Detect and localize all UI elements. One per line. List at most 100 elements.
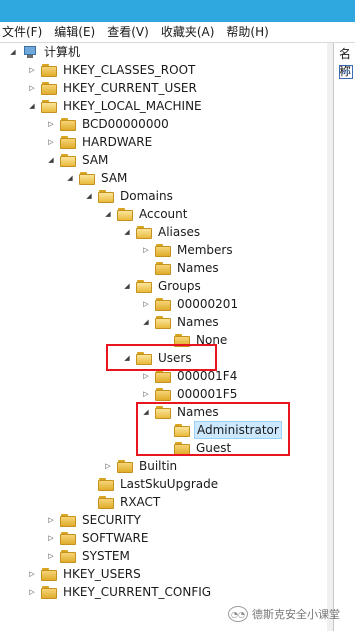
expand-arrow-icon[interactable]: ▷: [46, 119, 56, 129]
registry-tree-pane[interactable]: ◢ 计算机 ▷ HKEY_CLASSES_ROOT ▷ HKEY_CURRENT_USER…: [0, 43, 328, 631]
folder-icon: [60, 117, 76, 131]
tree-node-label: HKEY_CURRENT_CONFIG: [63, 585, 212, 599]
tree-node[interactable]: ◢ Groups: [122, 277, 203, 295]
tree-node[interactable]: ▷ SECURITY: [46, 511, 143, 529]
collapse-arrow-icon[interactable]: ◢: [122, 227, 132, 237]
tree-node-label: Members: [177, 243, 233, 257]
folder-icon: [41, 585, 57, 599]
tree-node-label: RXACT: [120, 495, 161, 509]
tree-node-label: Aliases: [158, 225, 201, 239]
menu-file[interactable]: 文件(F): [0, 22, 48, 42]
computer-icon: [22, 45, 38, 59]
tree-node[interactable]: ▷ HKEY_CURRENT_USER: [27, 79, 199, 97]
expand-arrow-icon[interactable]: ▷: [27, 587, 37, 597]
tree-node[interactable]: ▷ HARDWARE: [46, 133, 154, 151]
collapse-arrow-icon[interactable]: ◢: [122, 281, 132, 291]
collapse-arrow-icon[interactable]: ◢: [46, 155, 56, 165]
menu-edit[interactable]: 编辑(E): [48, 22, 101, 42]
tree-node[interactable]: ▷ Members: [141, 241, 235, 259]
tree-node[interactable]: ▷ HKEY_CURRENT_CONFIG: [27, 583, 213, 601]
tree-node-label: HKEY_LOCAL_MACHINE: [63, 99, 202, 113]
expand-arrow-icon[interactable]: ▷: [46, 515, 56, 525]
folder-icon: [41, 567, 57, 581]
tree-node-label: SAM: [82, 153, 109, 167]
collapse-arrow-icon[interactable]: ◢: [65, 173, 75, 183]
folder-icon: [98, 495, 114, 509]
tree-node-label: HKEY_CLASSES_ROOT: [63, 63, 196, 77]
menu-help[interactable]: 帮助(H): [220, 22, 274, 42]
expand-arrow-icon[interactable]: ▷: [46, 137, 56, 147]
folder-icon: [136, 225, 152, 239]
tree-node[interactable]: ▷ SYSTEM: [46, 547, 132, 565]
tree-node[interactable]: ▷ 00000201: [141, 295, 240, 313]
folder-icon: [60, 549, 76, 563]
tree-node[interactable]: ◢ HKEY_LOCAL_MACHINE: [27, 97, 204, 115]
collapse-arrow-icon[interactable]: ◢: [84, 191, 94, 201]
folder-icon: [155, 315, 171, 329]
expand-arrow-icon[interactable]: ▷: [27, 83, 37, 93]
tree-node[interactable]: ▷ HKEY_CLASSES_ROOT: [27, 61, 197, 79]
tree-node[interactable]: ◢ 计算机: [8, 43, 82, 61]
tree-node[interactable]: ▷Names: [141, 259, 221, 277]
tree-node[interactable]: ◢ SAM: [46, 151, 110, 169]
tree-node-label: SECURITY: [82, 513, 141, 527]
folder-icon: [155, 243, 171, 257]
tree-node-label: Groups: [158, 279, 201, 293]
expand-arrow-icon[interactable]: ▷: [46, 533, 56, 543]
tree-node-label: Names: [177, 261, 219, 275]
menu-favorites[interactable]: 收藏夹(A): [155, 22, 221, 42]
watermark-text: 德斯克安全小课堂: [252, 608, 340, 621]
folder-icon: [60, 513, 76, 527]
tree-node-label: HKEY_USERS: [63, 567, 141, 581]
tree-node[interactable]: ◢ Domains: [84, 187, 175, 205]
tree-node-label: HARDWARE: [82, 135, 153, 149]
folder-icon: [155, 369, 171, 383]
highlight-box-users: [106, 344, 217, 371]
folder-icon: [98, 477, 114, 491]
tree-node[interactable]: ▷ 000001F5: [141, 385, 239, 403]
folder-icon: [41, 99, 57, 113]
tree-node-label: HKEY_CURRENT_USER: [63, 81, 197, 95]
tree-node-label: Names: [177, 315, 219, 329]
expand-arrow-icon[interactable]: ▷: [141, 389, 151, 399]
tree-node-label: 000001F5: [177, 387, 238, 401]
collapse-arrow-icon[interactable]: ◢: [8, 47, 18, 57]
expand-arrow-icon[interactable]: ▷: [27, 569, 37, 579]
tree-node[interactable]: ▷ SOFTWARE: [46, 529, 150, 547]
folder-icon: [117, 459, 133, 473]
tree-node-label: SAM: [101, 171, 128, 185]
tree-node[interactable]: ▷LastSkuUpgrade: [84, 475, 220, 493]
collapse-arrow-icon[interactable]: ◢: [103, 209, 113, 219]
tree-node[interactable]: ◢ SAM: [65, 169, 129, 187]
folder-icon: [79, 171, 95, 185]
tree-node[interactable]: ◢ Aliases: [122, 223, 202, 241]
collapse-arrow-icon[interactable]: ◢: [27, 101, 37, 111]
tree-node-label: 计算机: [44, 45, 81, 59]
tree-node[interactable]: ◢ Account: [103, 205, 189, 223]
highlight-box-names: [136, 402, 290, 456]
tree-node[interactable]: ▷ HKEY_USERS: [27, 565, 143, 583]
expand-arrow-icon[interactable]: ▷: [46, 551, 56, 561]
expand-arrow-icon[interactable]: ▷: [141, 371, 151, 381]
expand-arrow-icon[interactable]: ▷: [141, 299, 151, 309]
tree-node[interactable]: ▷ Builtin: [103, 457, 179, 475]
string-value-icon[interactable]: ab: [339, 65, 353, 79]
values-pane[interactable]: 名称 ab: [333, 43, 355, 631]
tree-node[interactable]: ▷RXACT: [84, 493, 162, 511]
tree-node[interactable]: ◢ Names: [141, 313, 221, 331]
tree-node[interactable]: ▷ BCD00000000: [46, 115, 171, 133]
folder-icon: [155, 297, 171, 311]
collapse-arrow-icon[interactable]: ◢: [141, 317, 151, 327]
expand-arrow-icon[interactable]: ▷: [141, 245, 151, 255]
folder-icon: [60, 531, 76, 545]
tree-node-label: SYSTEM: [82, 549, 130, 563]
menu-bar: 文件(F) 编辑(E) 查看(V) 收藏夹(A) 帮助(H): [0, 22, 355, 43]
tree-node-label: Account: [139, 207, 188, 221]
expand-arrow-icon[interactable]: ▷: [103, 461, 113, 471]
expand-arrow-icon[interactable]: ▷: [27, 65, 37, 75]
menu-view[interactable]: 查看(V): [101, 22, 155, 42]
wechat-icon: ◔◔: [228, 606, 248, 622]
tree-node-label: 00000201: [177, 297, 239, 311]
folder-icon: [155, 387, 171, 401]
folder-icon: [60, 135, 76, 149]
